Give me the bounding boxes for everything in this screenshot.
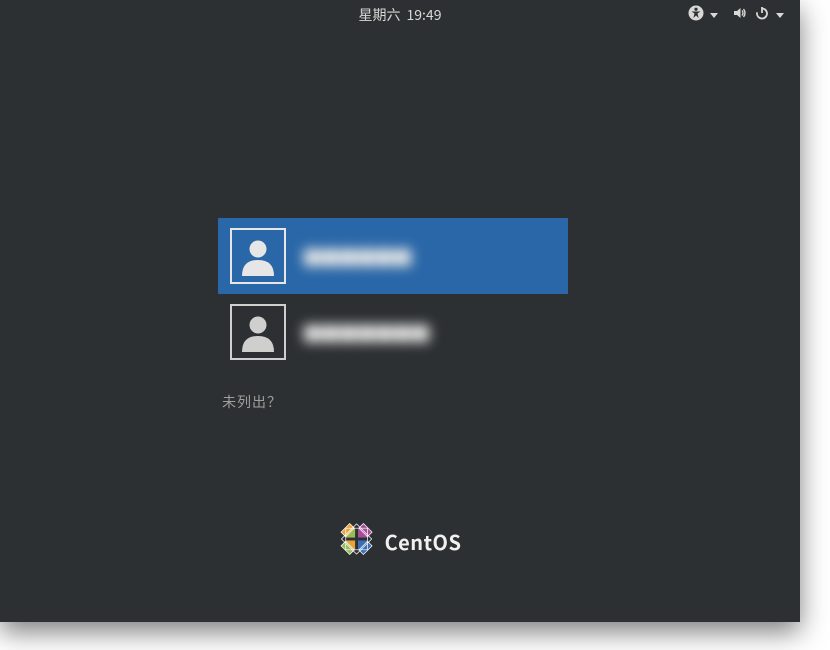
volume-icon [732, 5, 748, 26]
user-list: ██████ ███████ 未列出？ [218, 218, 568, 412]
username-label: ██████ [304, 244, 412, 269]
login-screen: 星期六 19:49 [0, 0, 800, 622]
top-bar: 星期六 19:49 [0, 0, 800, 30]
accessibility-icon [688, 5, 704, 26]
accessibility-menu[interactable] [688, 5, 718, 26]
branding: CentOS [339, 521, 462, 562]
brand-name: CentOS [385, 527, 462, 556]
system-menu[interactable] [732, 5, 784, 26]
clock-area[interactable]: 星期六 19:49 [359, 5, 442, 25]
username-label: ███████ [304, 320, 430, 345]
chevron-down-icon [710, 13, 718, 18]
time-label: 19:49 [407, 5, 442, 25]
not-listed-button[interactable]: 未列出？ [222, 392, 568, 412]
user-item[interactable]: ███████ [218, 294, 568, 370]
top-bar-right [688, 0, 784, 30]
avatar [230, 304, 286, 360]
power-icon [754, 5, 770, 26]
centos-logo-icon [339, 521, 375, 562]
user-item[interactable]: ██████ [218, 218, 568, 294]
day-label: 星期六 [359, 5, 401, 25]
avatar [230, 228, 286, 284]
chevron-down-icon [776, 13, 784, 18]
